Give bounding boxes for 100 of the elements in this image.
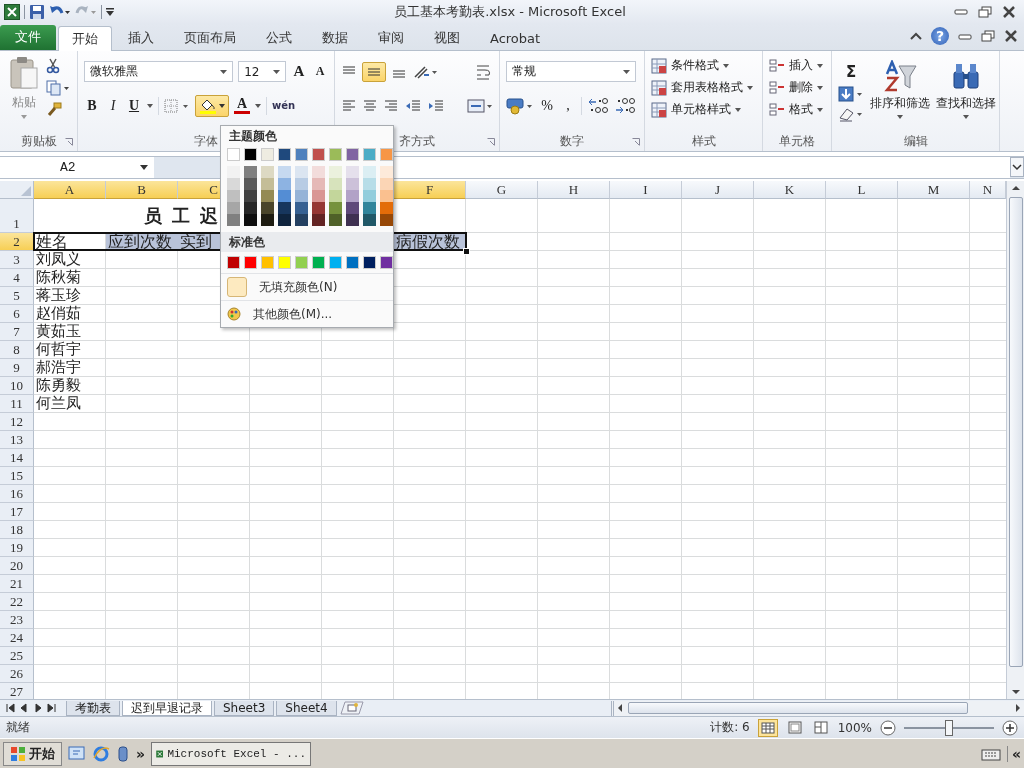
sort-filter-icon[interactable] [883,59,917,92]
scroll-thumb[interactable] [628,702,968,715]
caret-icon[interactable] [735,107,741,112]
caret-icon[interactable] [623,69,630,74]
color-swatch[interactable] [295,190,308,202]
color-swatch[interactable] [278,190,291,202]
ribbon-tab[interactable]: 数据 [308,25,362,50]
styles-menu-button[interactable]: 套用表格格式 [651,78,756,97]
caret-icon[interactable] [897,114,903,119]
color-swatch[interactable] [227,148,240,161]
more-button[interactable]: » [136,745,146,762]
column-header[interactable]: I [610,180,682,199]
phonetic-guide-button[interactable]: wén [272,95,296,116]
color-swatch[interactable] [363,214,376,226]
find-select-button[interactable]: 查找和选择 [936,55,996,133]
collapse-tray-button[interactable]: « [1006,745,1021,762]
column-header[interactable]: K [754,180,826,199]
zoom-in-icon[interactable] [1002,719,1018,736]
color-swatch[interactable] [227,256,240,269]
more-colors-item[interactable]: 其他颜色(M)... [221,300,393,327]
column-header[interactable]: J [682,180,754,199]
color-swatch[interactable] [380,166,393,178]
color-swatch[interactable] [380,256,393,269]
dialog-launcher-icon[interactable] [65,137,73,146]
color-swatch[interactable] [244,202,257,214]
color-swatch[interactable] [261,256,274,269]
color-swatch[interactable] [295,214,308,226]
normal-view-icon[interactable] [757,718,778,737]
color-swatch[interactable] [329,214,342,226]
number-format-field[interactable]: 常规 [506,61,636,83]
color-swatch[interactable] [329,178,342,190]
sheet-tab[interactable]: 迟到早退记录 [122,700,212,716]
scissors-icon[interactable] [46,57,60,74]
excel-logo-icon[interactable] [4,4,20,20]
file-tab[interactable]: 文件 [0,24,56,50]
zoom-level[interactable]: 100% [837,720,872,735]
color-swatch[interactable] [363,148,376,161]
column-header[interactable]: M [898,180,970,199]
color-swatch[interactable] [380,148,393,161]
color-swatch[interactable] [261,190,274,202]
insert-sheet-icon[interactable] [338,701,365,716]
color-swatch[interactable] [261,178,274,190]
row-header[interactable]: 1 [0,198,34,233]
color-swatch[interactable] [329,166,342,178]
save-icon[interactable] [29,4,45,20]
sheet-tab[interactable]: Sheet3 [214,700,275,716]
color-swatch[interactable] [346,202,359,214]
cells-icon[interactable] [769,101,785,118]
ribbon-tab[interactable]: Acrobat [476,25,555,50]
table-style-icon[interactable] [651,79,667,96]
color-swatch[interactable] [346,214,359,226]
color-swatch[interactable] [261,202,274,214]
customize-caret-icon[interactable] [106,7,114,17]
close-icon[interactable] [1002,6,1016,18]
no-fill-item[interactable]: 无填充颜色(N) [221,273,393,300]
format-painter-icon[interactable] [46,101,62,118]
caret-icon[interactable] [140,164,148,170]
borders-icon[interactable] [164,98,190,113]
paint-bucket-icon[interactable] [199,97,217,114]
merge-cells-icon[interactable] [467,97,493,114]
color-swatch[interactable] [295,166,308,178]
color-swatch[interactable] [329,190,342,202]
color-swatch[interactable] [278,178,291,190]
column-header[interactable]: H [538,180,610,199]
caret-icon[interactable] [255,103,261,108]
color-swatch[interactable] [261,214,274,226]
name-box[interactable]: A2 [0,156,154,178]
align-center-icon[interactable] [362,98,378,113]
ribbon-tab[interactable]: 开始 [58,25,112,51]
column-header[interactable]: G [466,180,538,199]
color-swatch[interactable] [261,148,274,161]
color-swatch[interactable] [346,148,359,161]
percent-button[interactable]: % [539,95,555,116]
caret-icon[interactable] [963,114,969,119]
color-swatch[interactable] [329,256,342,269]
color-swatch[interactable] [380,214,393,226]
font-color-button[interactable]: A [234,97,250,115]
restore-icon[interactable] [978,6,992,18]
color-swatch[interactable] [295,148,308,161]
caret-icon[interactable] [817,85,823,90]
corner-triangle-icon[interactable] [21,185,31,196]
sort-filter-button[interactable]: 排序和筛选 [870,55,930,133]
color-swatch[interactable] [227,214,240,226]
cells-menu-button[interactable]: 格式 [769,100,825,119]
table-style-icon[interactable] [651,101,667,118]
horizontal-scrollbar[interactable] [611,700,1024,716]
align-right-icon[interactable] [383,98,399,113]
caret-icon[interactable] [147,103,153,108]
column-header[interactable]: L [826,180,898,199]
table-style-icon[interactable] [651,57,667,74]
color-swatch[interactable] [244,214,257,226]
currency-icon[interactable] [506,96,534,115]
cells-menu-button[interactable]: 插入 [769,56,825,75]
color-swatch[interactable] [278,148,291,161]
copy-icon[interactable] [46,79,70,96]
styles-menu-button[interactable]: 条件格式 [651,56,756,75]
page-break-icon[interactable] [811,718,830,737]
formula-field[interactable] [394,156,1010,178]
desktop-icon[interactable] [68,744,86,763]
increase-decimal-icon[interactable] [587,96,609,115]
